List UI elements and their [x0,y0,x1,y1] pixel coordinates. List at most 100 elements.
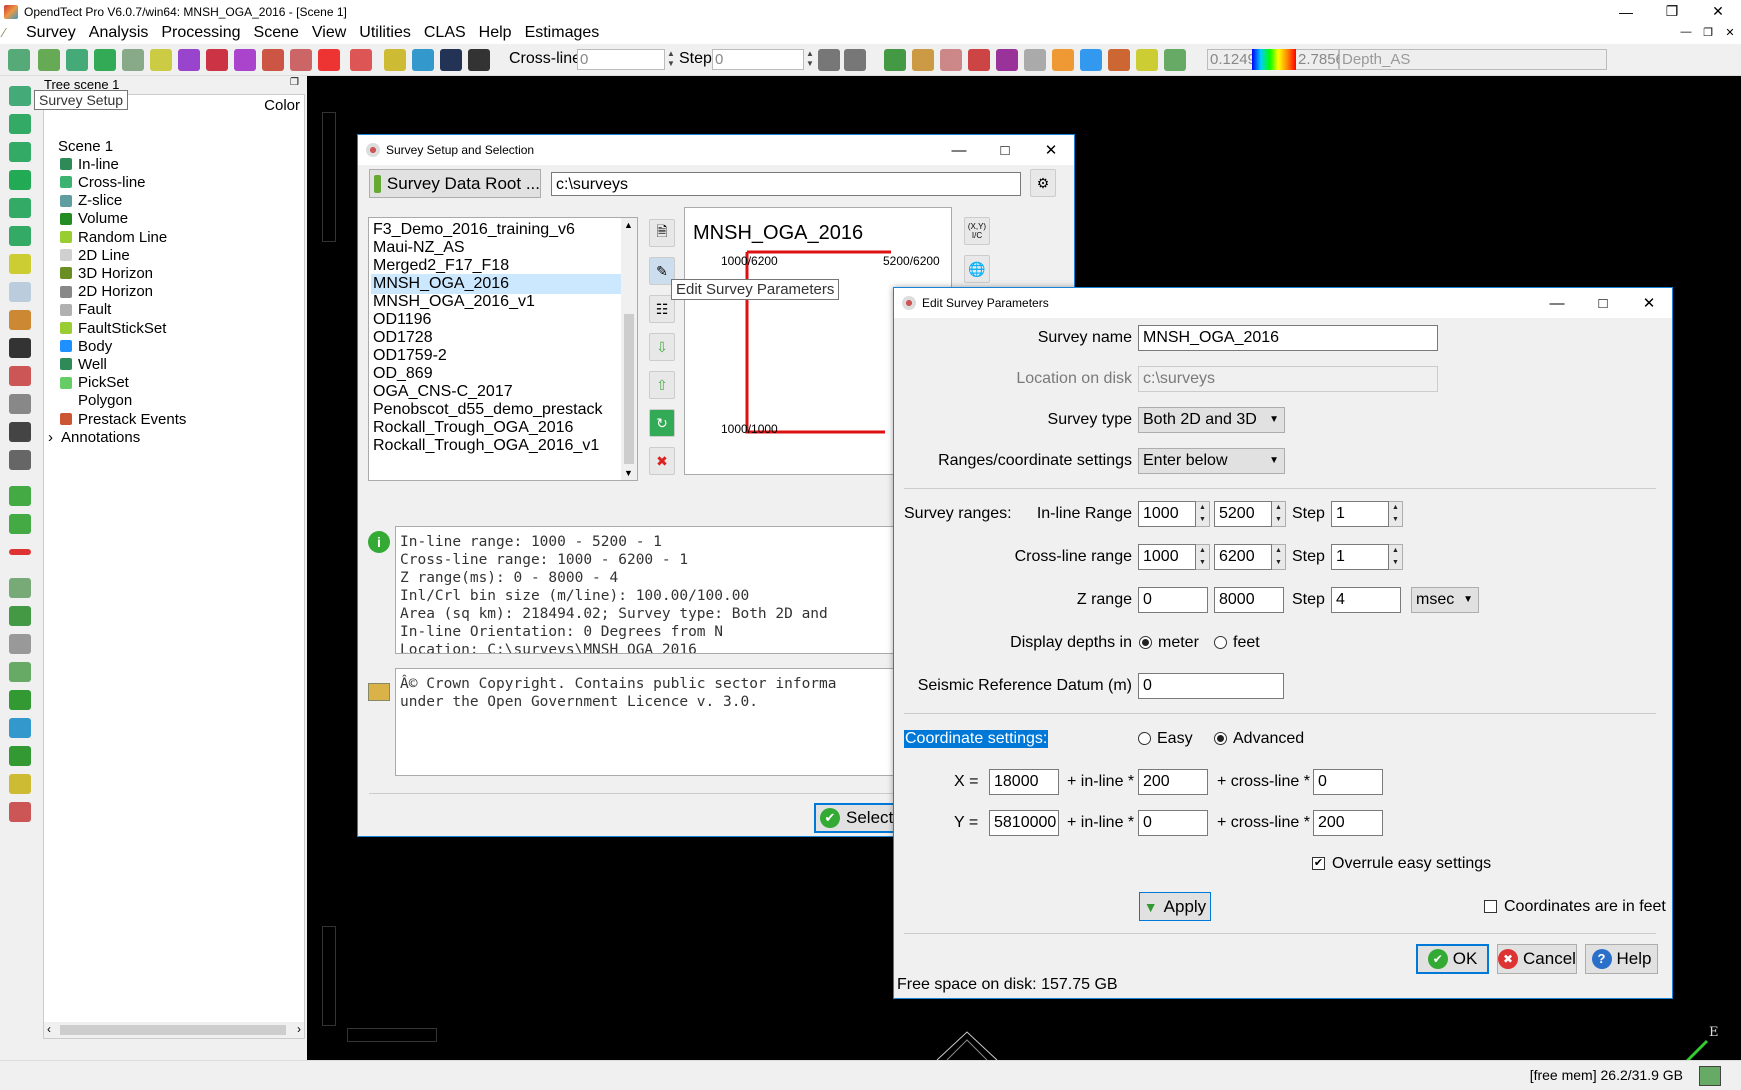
mdi-minimize-icon[interactable]: — [1675,22,1697,42]
track-icon[interactable] [9,606,31,626]
minimize-icon[interactable]: — [1534,288,1580,318]
y-crossline-field[interactable]: 200 [1313,810,1383,836]
tracking-icon[interactable] [1164,49,1186,71]
undock-icon[interactable]: ❐ [290,77,299,88]
menu-scene[interactable]: Scene [249,24,307,42]
overrule-label[interactable]: Overrule easy settings [1332,855,1491,873]
inline-stop-spinner[interactable]: ▲ ▼ [1272,501,1286,527]
survey-list-item[interactable]: Rockall_Trough_OGA_2016 [371,418,621,438]
layers-icon[interactable] [9,394,31,414]
easy-radio[interactable] [1138,732,1151,745]
survey-name-field[interactable]: MNSH_OGA_2016 [1138,325,1438,351]
scene-hslider[interactable] [347,1028,437,1042]
polygon-select-icon[interactable] [9,662,31,682]
tree-item[interactable]: Body [60,337,112,355]
attribute-select[interactable]: Depth_AS [1339,49,1607,70]
crossline-input[interactable]: 0 [577,49,665,70]
import-survey-icon[interactable]: ⇧ [649,371,675,399]
scene-slider-top[interactable] [322,112,336,242]
inline-start-spinner[interactable]: ▲ ▼ [1196,501,1210,527]
arrow-right-icon[interactable] [844,49,866,71]
horizon-icon[interactable] [912,49,934,71]
inline-step-field[interactable]: 1 [1331,501,1389,527]
depth-feet-radio[interactable] [1214,636,1227,649]
tree-item[interactable]: Fault [60,301,111,319]
globe-icon[interactable]: 🌐 [964,255,990,283]
coords-in-feet-label[interactable]: Coordinates are in feet [1504,898,1666,916]
gear-icon[interactable] [9,486,31,506]
menu-help[interactable]: Help [474,24,520,42]
scene-slider-bottom[interactable] [322,926,336,1026]
export-survey-icon[interactable]: ⇩ [649,333,675,361]
expand-icon[interactable]: › [48,429,53,446]
data-root-field[interactable]: c:\surveys [551,172,1021,196]
survey-list-item[interactable]: MNSH_OGA_2016 [371,274,621,294]
a-icon[interactable] [440,49,462,71]
tree-item[interactable]: FaultStickSet [60,319,166,337]
crossline-stop-field[interactable]: 6200 [1214,544,1272,570]
rotate-icon[interactable] [9,226,31,246]
close-icon[interactable]: ✕ [1626,288,1672,318]
scroll-right-icon[interactable]: › [297,1022,301,1036]
tree-item[interactable]: In-line [60,155,119,173]
bars-icon[interactable] [1052,49,1074,71]
minimize-icon[interactable]: — [936,135,982,165]
z-start-field[interactable]: 0 [1138,587,1208,613]
menu-clas[interactable]: CLAS [419,24,474,42]
apply-button[interactable]: ▼ Apply [1139,892,1211,921]
pointer-icon[interactable] [9,86,31,106]
crossline-spinner[interactable]: ▲ ▼ [665,49,677,70]
tree-item[interactable]: Prestack Events [60,410,186,428]
pdf-icon[interactable] [350,49,372,71]
chart-icon[interactable] [9,774,31,794]
inline-step-spinner[interactable]: ▲ ▼ [1389,501,1403,527]
settings-icon[interactable] [9,802,31,822]
window-menu-icon[interactable]: ∕ [3,26,17,40]
survey-data-root-button[interactable]: Survey Data Root ... [369,169,541,198]
advanced-label[interactable]: Advanced [1233,730,1304,748]
help-button[interactable]: ? Help [1585,944,1658,974]
crossline-step-spinner[interactable]: ▲ ▼ [1389,544,1403,570]
depth-meter-radio[interactable] [1139,636,1152,649]
x-inline-field[interactable]: 200 [1138,769,1208,795]
survey-list-item[interactable]: MNSH_OGA_2016_v1 [371,292,621,312]
survey-list[interactable]: F3_Demo_2016_training_v6 Maui-NZ_AS Merged… [368,217,638,481]
curve-icon[interactable] [1080,49,1102,71]
tree-item[interactable]: Z-slice [60,192,122,210]
wavelet-icon[interactable] [412,49,434,71]
fill-icon[interactable] [9,690,31,710]
remove-icon[interactable] [9,549,31,555]
srd-field[interactable]: 0 [1138,673,1284,699]
tree-item[interactable]: › Annotations [48,428,140,446]
survey-list-item[interactable]: Penobscot_d55_demo_prestack [371,400,621,420]
y0-field[interactable]: 5810000 [989,810,1059,836]
mdi-close-icon[interactable]: ✕ [1719,22,1741,42]
delete-survey-icon[interactable]: ✖ [649,447,675,475]
tree-item[interactable]: 2D Line [60,246,130,264]
colortable-bar[interactable] [1252,49,1296,70]
memory-graph-icon[interactable] [1699,1066,1721,1086]
z-stop-field[interactable]: 8000 [1214,587,1284,613]
crossplot-icon[interactable] [290,49,312,71]
coords-in-feet-checkbox[interactable] [1484,900,1497,913]
xfunction-icon[interactable] [318,49,340,71]
y-inline-field[interactable]: 0 [1138,810,1208,836]
survey-list-item[interactable]: OD_869 [371,364,621,384]
step-spinner[interactable]: ▲ ▼ [804,49,816,70]
maximize-icon[interactable]: □ [1580,288,1626,318]
z-unit-select[interactable]: msec ▼ [1411,587,1479,613]
ranges-select[interactable]: Enter below ▼ [1138,448,1285,474]
fault-icon[interactable] [1136,49,1158,71]
manage-icon[interactable] [94,49,116,71]
attribute-icon[interactable] [122,49,144,71]
plot-icon[interactable] [262,49,284,71]
survey-type-select[interactable]: Both 2D and 3D ▼ [1138,407,1285,433]
layer-icon[interactable] [384,49,406,71]
crossline-start-spinner[interactable]: ▲ ▼ [1196,544,1210,570]
zoom-icon[interactable] [9,170,31,190]
scale-icon[interactable] [9,422,31,442]
cube-icon[interactable] [996,49,1018,71]
well-log-icon[interactable] [940,49,962,71]
settings-gear-icon[interactable]: ⚙ [1030,169,1056,197]
home-icon[interactable] [9,142,31,162]
